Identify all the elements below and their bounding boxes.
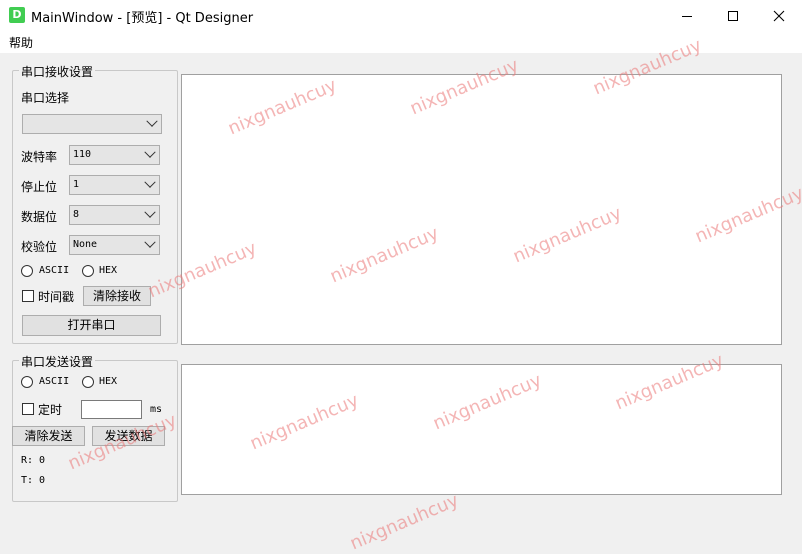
open-port-button[interactable]: 打开串口 bbox=[22, 315, 161, 336]
stop-bits-label: 停止位 bbox=[21, 180, 58, 194]
receive-hex-radio[interactable] bbox=[82, 265, 94, 277]
timer-input[interactable] bbox=[81, 400, 142, 419]
receive-ascii-radio[interactable] bbox=[21, 265, 33, 277]
receive-ascii-label: ASCII bbox=[39, 265, 70, 276]
maximize-icon bbox=[728, 10, 738, 21]
baud-combo[interactable]: 110 bbox=[69, 145, 160, 165]
port-select-combo[interactable] bbox=[22, 114, 162, 134]
send-hex-radio[interactable] bbox=[82, 376, 94, 388]
data-bits-combo[interactable]: 8 bbox=[69, 205, 160, 225]
maximize-button[interactable] bbox=[710, 0, 756, 31]
parity-combo[interactable]: None bbox=[69, 235, 160, 255]
chevron-down-icon bbox=[144, 176, 156, 188]
send-ascii-label: ASCII bbox=[39, 376, 70, 387]
timestamp-checkbox[interactable] bbox=[22, 290, 34, 302]
port-select-label: 串口选择 bbox=[21, 91, 70, 105]
menu-help[interactable]: 帮助 bbox=[9, 34, 33, 51]
close-icon bbox=[773, 10, 785, 21]
baud-label: 波特率 bbox=[21, 150, 58, 164]
send-ascii-radio[interactable] bbox=[21, 376, 33, 388]
chevron-down-icon bbox=[144, 146, 156, 158]
chevron-down-icon bbox=[146, 115, 158, 127]
stop-bits-value: 1 bbox=[73, 179, 80, 190]
chevron-down-icon bbox=[144, 206, 156, 218]
send-hex-label: HEX bbox=[99, 376, 118, 387]
received-count: R: 0 bbox=[21, 455, 46, 466]
data-bits-label: 数据位 bbox=[21, 210, 58, 224]
baud-value: 110 bbox=[73, 149, 92, 160]
send-settings-title: 串口发送设置 bbox=[19, 353, 96, 370]
chevron-down-icon bbox=[144, 236, 156, 248]
stop-bits-combo[interactable]: 1 bbox=[69, 175, 160, 195]
ms-label: ms bbox=[150, 404, 163, 415]
transmitted-count: T: 0 bbox=[21, 475, 46, 486]
menu-bar bbox=[0, 31, 802, 53]
watermark-text: nixgnauhcuy bbox=[347, 489, 462, 554]
timer-label: 定时 bbox=[38, 403, 63, 417]
receive-textarea[interactable] bbox=[181, 74, 782, 345]
parity-value: None bbox=[73, 239, 98, 250]
send-data-button[interactable]: 发送数据 bbox=[92, 426, 165, 446]
receive-hex-label: HEX bbox=[99, 265, 118, 276]
clear-send-button[interactable]: 清除发送 bbox=[12, 426, 85, 446]
timestamp-label: 时间戳 bbox=[38, 290, 75, 304]
data-bits-value: 8 bbox=[73, 209, 80, 220]
minimize-button[interactable] bbox=[664, 0, 710, 31]
send-textarea[interactable] bbox=[181, 364, 782, 495]
receive-settings-title: 串口接收设置 bbox=[19, 63, 96, 80]
timer-checkbox[interactable] bbox=[22, 403, 34, 415]
qt-designer-icon: D bbox=[9, 7, 25, 23]
close-button[interactable] bbox=[756, 0, 802, 31]
parity-label: 校验位 bbox=[21, 240, 58, 254]
minimize-icon bbox=[682, 15, 692, 17]
clear-receive-button[interactable]: 清除接收 bbox=[83, 286, 151, 306]
window-title: MainWindow - [预览] - Qt Designer bbox=[31, 11, 254, 26]
